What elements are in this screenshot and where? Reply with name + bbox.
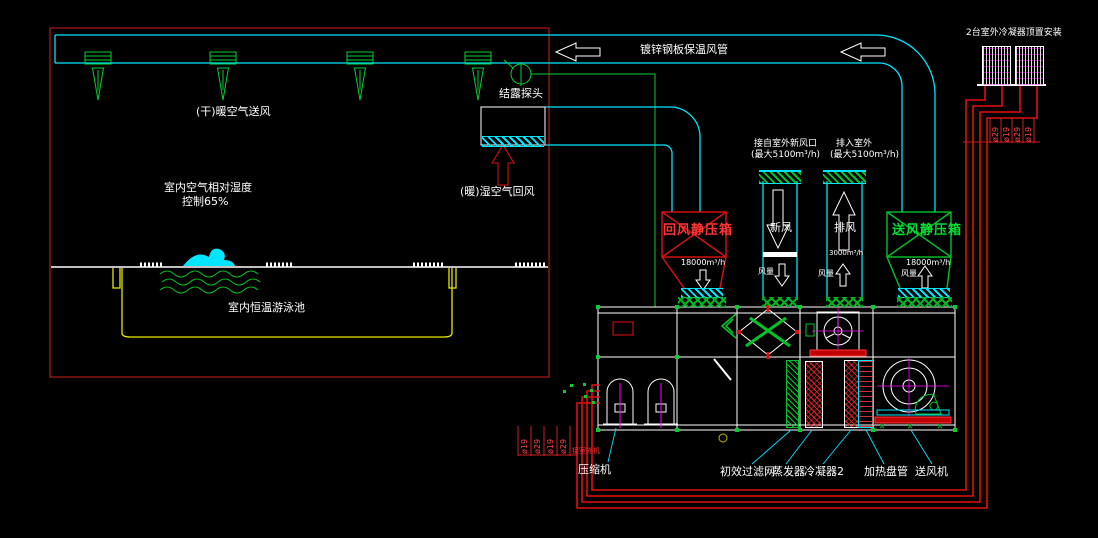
component-label-supply-fan: 送风机 [915, 466, 948, 478]
pipe-joint-markers [563, 383, 595, 404]
return-flow-arrow-icon [696, 270, 710, 290]
fresh-inlet-label-line2: (最大5100m³/h) [751, 151, 820, 161]
water-waves [160, 271, 260, 293]
return-flow-value: 18000m³/h [681, 259, 725, 268]
flow-label: 风量 [818, 270, 834, 279]
compressor-label: 压缩机 [578, 464, 611, 476]
flex-connector [678, 297, 726, 307]
evaporator-coil [805, 361, 823, 428]
pipe-dia-label: ø19 [546, 428, 555, 454]
diffuser-icon [85, 52, 111, 100]
pipe-dia-label: ø29 [533, 428, 542, 454]
pipe-dia-label: ø29 [559, 428, 568, 454]
supply-flow-value: 18000m³/h [906, 259, 950, 268]
pipe-dia-label: ø19 [1002, 119, 1011, 142]
flex-connector [897, 297, 952, 307]
outdoor-condenser-icon [1015, 46, 1044, 86]
fresh-air-duct [763, 181, 797, 297]
humidity-label-line2: 控制65% [182, 196, 228, 208]
exhaust-air-label: 排风 [834, 222, 856, 234]
supply-fan-icon [875, 358, 951, 428]
flex-connector [826, 297, 863, 307]
outdoor-condenser-icon [982, 46, 1011, 86]
diffuser-icon [210, 52, 236, 100]
fresh-inlet-label-line1: 接自室外新风口 [754, 140, 817, 150]
pipe-dia-label: ø29 [991, 119, 1000, 142]
schematic-linework [0, 0, 1098, 538]
sensor-label: 结露探头 [499, 88, 543, 100]
exhaust-duct [827, 181, 862, 297]
pipe-dia-label: ø29 [1013, 119, 1022, 142]
condenser-coil [844, 360, 859, 428]
diffuser-icon [465, 52, 491, 100]
exhaust-outlet-label-line2: (最大5100m³/h) [830, 151, 899, 161]
component-label-filter: 初效过滤网 [720, 466, 775, 478]
exhaust-mid-flow-value: 3000m³/h [829, 250, 863, 258]
component-label-condenser: 冷凝器2 [804, 466, 844, 478]
hvac-schematic-canvas: (干)暖空气送风 室内空气相对湿度 控制65% 室内恒温游泳池 (暖)湿空气回风… [0, 0, 1098, 538]
return-grille-core [482, 136, 544, 147]
exhaust-fan-icon [806, 308, 866, 356]
connect-outdoor-label: 接室外机 [572, 448, 600, 456]
supply-plenum-label: 送风静压箱 [892, 224, 962, 238]
damper-blade [714, 359, 731, 380]
supply-air-label: (干)暖空气送风 [196, 106, 271, 118]
pool-label: 室内恒温游泳池 [228, 302, 305, 314]
fresh-air-label: 新风 [770, 222, 792, 234]
pipe-dia-label: ø19 [1024, 119, 1033, 142]
pipe-dia-label: ø19 [520, 428, 529, 454]
filter-section [786, 360, 799, 428]
fresh-air-louver [759, 170, 801, 184]
flow-label: 风量 [901, 270, 917, 279]
humidity-label-line1: 室内空气相对湿度 [164, 182, 252, 194]
heating-coil [858, 360, 874, 428]
return-duct [545, 107, 700, 212]
supply-flow-arrow-icon [918, 266, 932, 288]
compressor-icons [603, 379, 678, 428]
pool-floor [51, 265, 548, 267]
pipe-label-brackets [518, 118, 1040, 456]
exhaust-outlet-label-line1: 排入室外 [836, 140, 872, 150]
return-plenum-label: 回风静压箱 [663, 224, 733, 238]
component-label-evaporator: 蒸发器 [772, 466, 805, 478]
return-air-label: (暖)湿空气回风 [460, 186, 535, 198]
damper-icons [722, 314, 736, 338]
component-label-heating-coil: 加热盘管 [864, 466, 908, 478]
diffuser-icon [347, 52, 373, 100]
condenser-title: 2台室外冷凝器顶置安装 [966, 29, 1062, 39]
ceiling-diffusers [85, 52, 491, 100]
drain-point-icon [719, 434, 727, 442]
main-duct-label: 镀锌钢板保温风管 [640, 44, 728, 56]
swimmer-icon [183, 249, 235, 266]
exhaust-louver [823, 170, 866, 184]
flow-label: 风量 [758, 268, 774, 277]
leader-lines [608, 428, 932, 464]
electric-box-icon [613, 322, 633, 335]
flex-connector [762, 297, 798, 307]
